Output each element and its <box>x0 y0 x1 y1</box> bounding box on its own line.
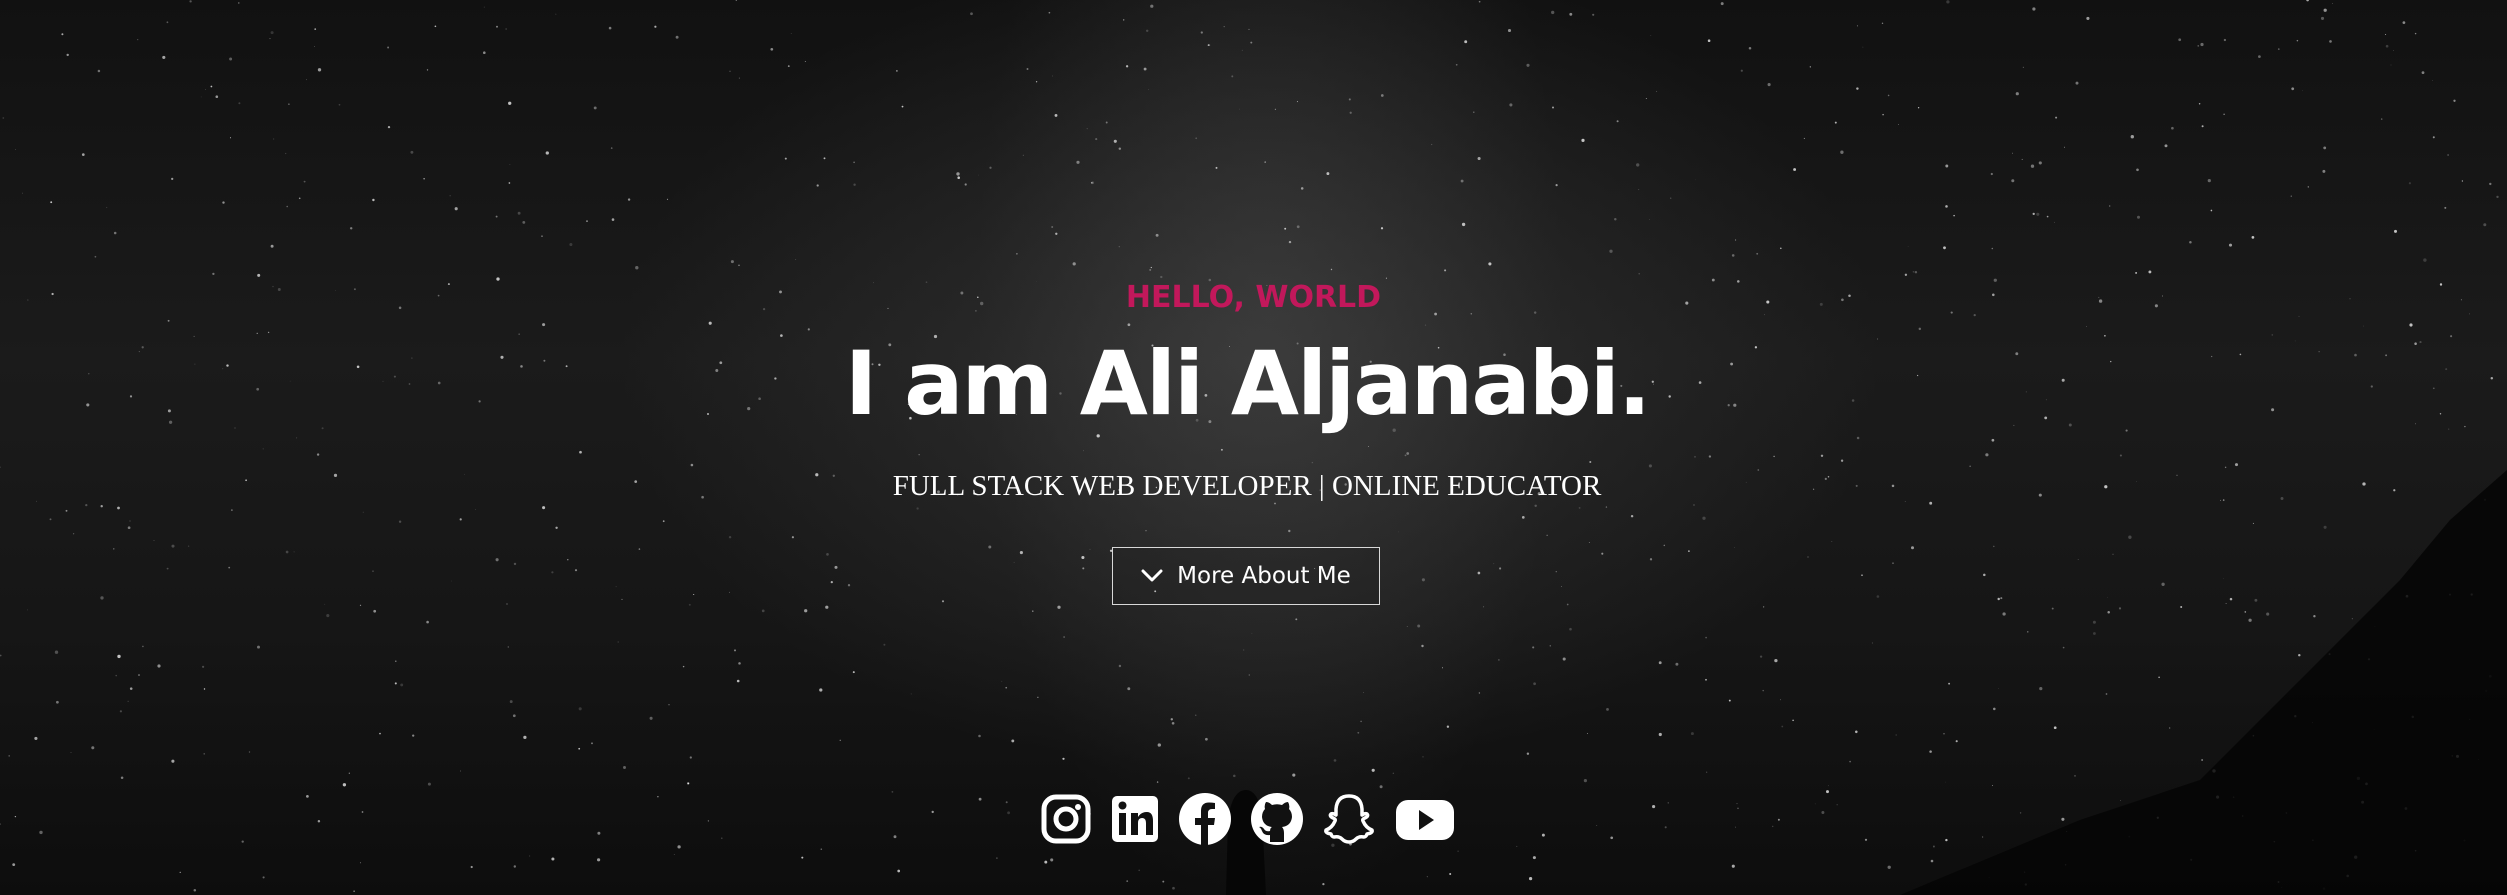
more-about-me-label: More About Me <box>1177 563 1351 589</box>
hero-eyebrow: HELLO, WORLD <box>1125 280 1382 315</box>
facebook-icon[interactable] <box>1178 792 1232 846</box>
more-about-me-button[interactable]: More About Me <box>1112 547 1380 605</box>
youtube-icon[interactable] <box>1394 793 1456 845</box>
github-icon[interactable] <box>1250 792 1304 846</box>
hero-content: HELLO, WORLD I am Ali Aljanabi. FULL STA… <box>0 0 2507 895</box>
instagram-icon[interactable] <box>1040 793 1092 845</box>
chevron-down-icon <box>1141 569 1163 583</box>
hero-headline: I am Ali Aljanabi. <box>844 332 1652 435</box>
social-links <box>1040 792 1456 846</box>
linkedin-icon[interactable] <box>1110 793 1160 845</box>
hero-subtitle: FULL STACK WEB DEVELOPER | ONLINE EDUCAT… <box>892 470 1602 502</box>
snapchat-icon[interactable] <box>1322 792 1376 846</box>
hero-section: HELLO, WORLD I am Ali Aljanabi. FULL STA… <box>0 0 2507 895</box>
